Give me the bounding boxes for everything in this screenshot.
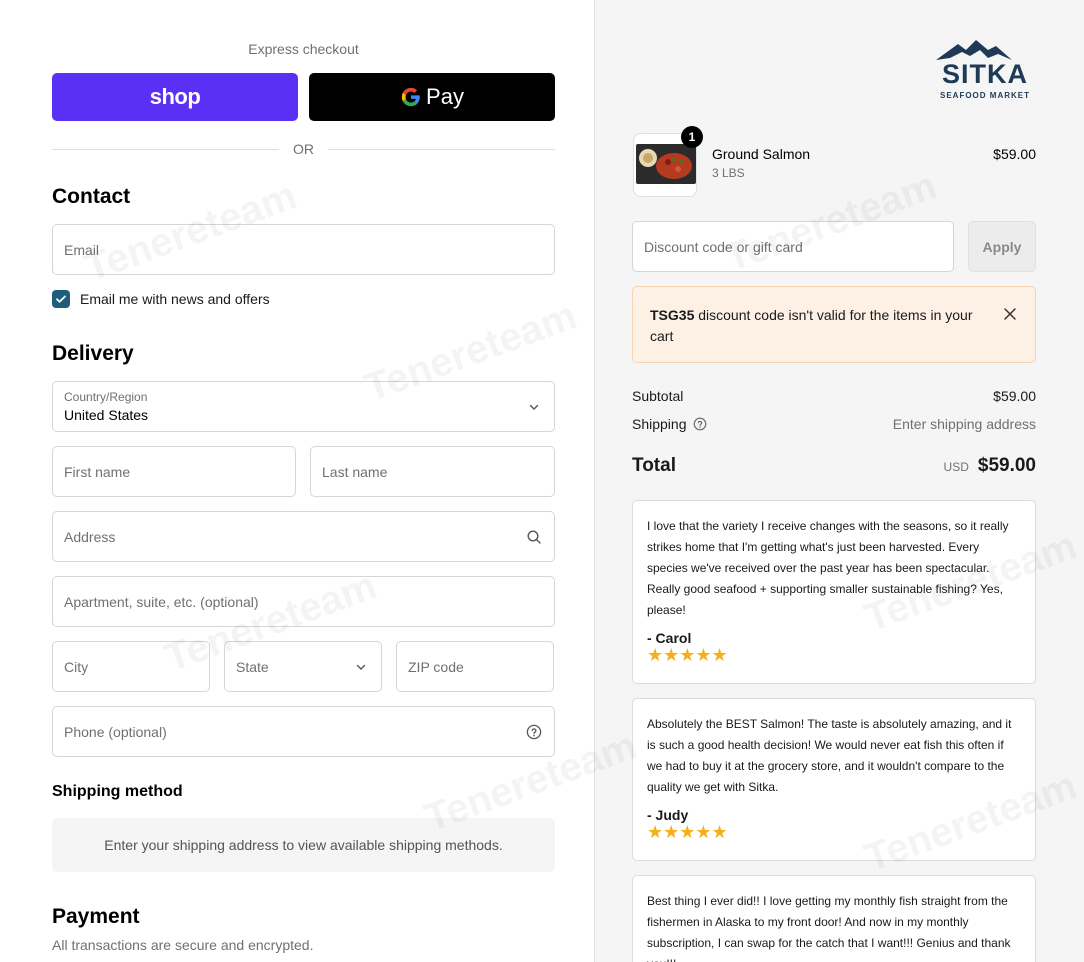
city-placeholder: City	[64, 658, 89, 675]
discount-placeholder: Discount code or gift card	[644, 238, 803, 255]
review-card: Absolutely the BEST Salmon! The taste is…	[632, 698, 1036, 861]
brand-name: SITKA	[942, 59, 1028, 89]
apartment-placeholder: Apartment, suite, etc. (optional)	[64, 593, 259, 610]
close-icon[interactable]	[1003, 307, 1017, 321]
address-field[interactable]: Address	[52, 511, 555, 562]
shipping-row-label: Shipping	[632, 416, 707, 432]
apply-discount-button[interactable]: Apply	[968, 221, 1036, 272]
express-checkout-label: Express checkout	[248, 41, 359, 57]
help-icon[interactable]	[526, 724, 542, 740]
review-author: - Carol	[647, 630, 692, 646]
state-select[interactable]: State	[224, 641, 382, 692]
discount-code-field[interactable]: Discount code or gift card	[632, 221, 954, 272]
checkout-form-column: Express checkout shop Pay OR Contact Ema…	[0, 0, 594, 962]
last-name-field[interactable]: Last name	[310, 446, 555, 497]
or-divider: OR	[52, 141, 555, 157]
discount-error-message: TSG35 discount code isn't valid for the …	[650, 305, 980, 347]
help-icon[interactable]	[693, 417, 707, 431]
total-value: $59.00	[977, 455, 1036, 476]
apartment-field[interactable]: Apartment, suite, etc. (optional)	[52, 576, 555, 627]
newsletter-option[interactable]: Email me with news and offers	[52, 290, 270, 308]
first-name-placeholder: First name	[64, 463, 131, 480]
address-placeholder: Address	[64, 528, 116, 545]
total-currency: USD	[943, 460, 969, 474]
review-card: I love that the variety I receive change…	[632, 500, 1036, 684]
product-variant: 3 LBS	[712, 166, 745, 180]
payment-subtitle: All transactions are secure and encrypte…	[52, 937, 314, 953]
chevron-down-icon	[529, 404, 539, 410]
first-name-field[interactable]: First name	[52, 446, 296, 497]
quantity-badge: 1	[681, 126, 703, 148]
country-value: United States	[64, 407, 149, 423]
email-placeholder: Email	[64, 241, 100, 258]
total-amount: USD $59.00	[944, 455, 1036, 477]
brand-tagline: SEAFOOD MARKET	[940, 91, 1030, 100]
shop-pay-label: shop	[149, 84, 201, 109]
divider-line	[52, 148, 279, 150]
total-label: Total	[632, 455, 676, 476]
checkmark-icon	[56, 295, 66, 303]
phone-field[interactable]: Phone (optional)	[52, 706, 555, 757]
state-placeholder: State	[236, 658, 269, 675]
shipping-method-message: Enter your shipping address to view avai…	[104, 837, 503, 853]
product-name: Ground Salmon	[712, 146, 811, 162]
google-pay-button[interactable]: Pay	[309, 73, 555, 121]
phone-placeholder: Phone (optional)	[64, 723, 167, 740]
last-name-placeholder: Last name	[322, 463, 388, 480]
product-price: $59.00	[993, 146, 1036, 162]
zip-field[interactable]: ZIP code	[396, 641, 554, 692]
subtotal-value: $59.00	[993, 388, 1036, 404]
country-select[interactable]: Country/Region United States	[52, 381, 555, 432]
review-author: - Judy	[647, 807, 689, 823]
shipping-method-heading: Shipping method	[52, 783, 183, 800]
shop-pay-button[interactable]: shop	[52, 73, 298, 121]
payment-heading: Payment	[52, 905, 140, 928]
email-field[interactable]: Email	[52, 224, 555, 275]
delivery-heading: Delivery	[52, 342, 134, 365]
zip-placeholder: ZIP code	[408, 658, 464, 675]
contact-heading: Contact	[52, 185, 131, 208]
or-label: OR	[293, 141, 314, 157]
subtotal-label: Subtotal	[632, 388, 684, 404]
country-label: Country/Region	[64, 390, 148, 404]
discount-code: TSG35	[650, 307, 695, 323]
review-text: Best thing I ever did!! I love getting m…	[647, 894, 1011, 962]
google-g-icon	[401, 87, 420, 107]
shipping-method-notice: Enter your shipping address to view avai…	[52, 818, 555, 872]
city-field[interactable]: City	[52, 641, 210, 692]
google-pay-label: Pay	[426, 84, 464, 109]
shipping-label: Shipping	[632, 416, 687, 432]
newsletter-label: Email me with news and offers	[80, 291, 270, 307]
chevron-down-icon	[356, 664, 366, 670]
discount-error-alert: TSG35 discount code isn't valid for the …	[632, 286, 1036, 363]
review-text: I love that the variety I receive change…	[647, 519, 1009, 617]
review-card: Best thing I ever did!! I love getting m…	[632, 875, 1036, 962]
star-rating: ★★★★★	[647, 822, 728, 842]
discount-error-text: discount code isn't valid for the items …	[650, 307, 973, 344]
shipping-value: Enter shipping address	[892, 416, 1036, 432]
divider-line	[328, 148, 555, 150]
review-text: Absolutely the BEST Salmon! The taste is…	[647, 717, 1012, 794]
star-rating: ★★★★★	[647, 645, 728, 665]
search-icon	[527, 529, 541, 544]
newsletter-checkbox[interactable]	[52, 290, 70, 308]
